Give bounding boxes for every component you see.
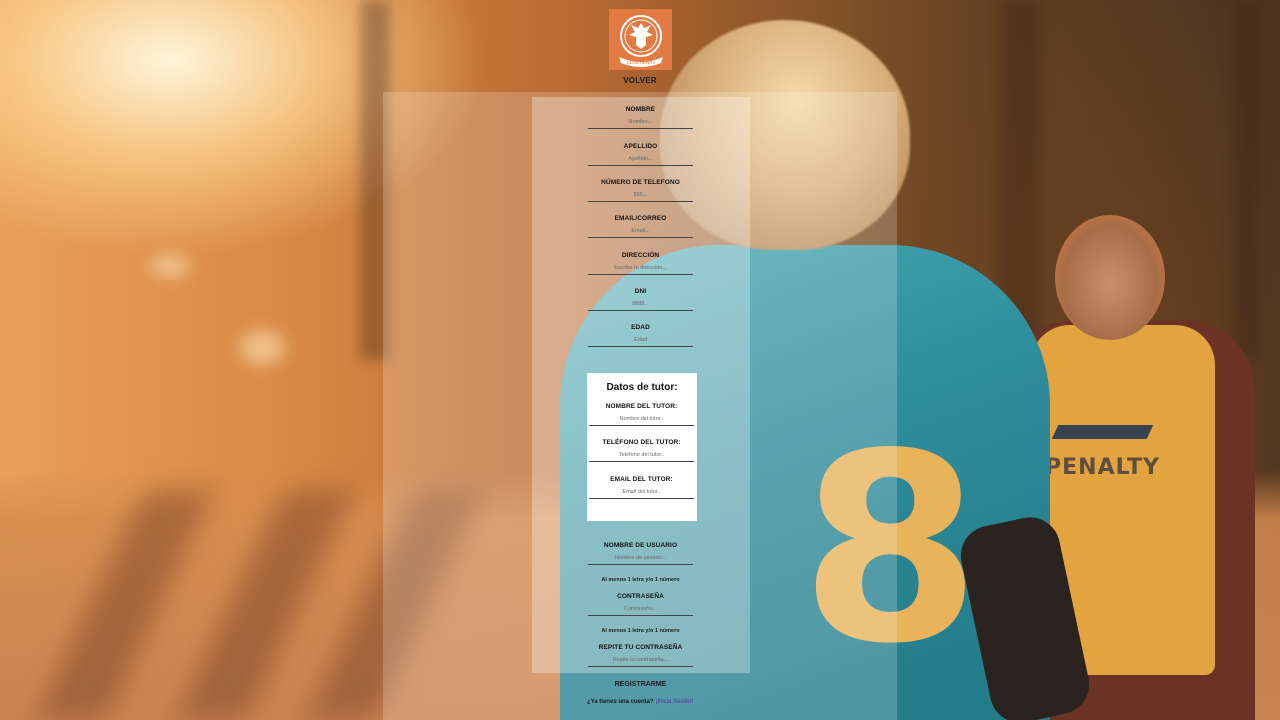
name-field: NOMBRE <box>588 106 693 129</box>
tutor-name-label: NOMBRE DEL TUTOR: <box>605 403 678 410</box>
repeat-password-label: REPITE TU CONTRASEÑA <box>598 644 683 651</box>
tutor-phone-field: TELÉFONO DEL TUTOR: <box>589 439 694 462</box>
age-field: EDAD <box>588 324 693 347</box>
tutor-email-label: EMAIL DEL TUTOR: <box>610 476 673 483</box>
login-link[interactable]: ¡Inicia Sesión! <box>655 699 693 705</box>
surname-field: APELLIDO <box>588 143 693 166</box>
tutor-section-title: Datos de tutor: <box>606 382 678 393</box>
tutor-email-input[interactable] <box>589 485 694 499</box>
age-label: EDAD <box>631 324 650 331</box>
login-prompt-text: ¿Ya tienes una cuenta? <box>586 699 654 705</box>
register-button[interactable]: REGISTRARME <box>588 677 693 691</box>
surname-label: APELLIDO <box>623 143 658 150</box>
tutor-name-field: NOMBRE DEL TUTOR: <box>589 403 694 426</box>
tutor-phone-input[interactable] <box>589 448 694 462</box>
dni-input[interactable] <box>588 297 693 311</box>
username-input[interactable] <box>588 551 693 565</box>
background-tree <box>1235 0 1259 360</box>
phone-field: NÚMERO DE TELEFONO <box>588 179 693 202</box>
dni-field: DNI <box>588 288 693 311</box>
username-label: NOMBRE DE USUARIO <box>603 542 678 549</box>
club-henry-eagle-crest-icon: CLUB HENRY <box>618 14 663 67</box>
background-light <box>240 330 285 365</box>
repeat-password-input[interactable] <box>588 653 693 667</box>
email-input[interactable] <box>588 224 693 238</box>
surname-input[interactable] <box>588 152 693 166</box>
tutor-name-input[interactable] <box>589 412 694 426</box>
login-prompt: ¿Ya tienes una cuenta? ¡Inicia Sesión! <box>560 699 720 705</box>
background-player-2-head <box>1055 215 1165 340</box>
dni-label: DNI <box>634 288 647 295</box>
address-input[interactable] <box>588 261 693 275</box>
tutor-phone-label: TELÉFONO DEL TUTOR: <box>602 439 681 446</box>
email-label: EMAIL/CORREO <box>614 215 667 222</box>
back-link[interactable]: VOLVER <box>600 76 680 85</box>
phone-input[interactable] <box>588 188 693 202</box>
username-hint: Al menos 1 letra y/o 1 número <box>601 577 680 583</box>
name-input[interactable] <box>588 115 693 129</box>
vest-brand-text: PENALTY <box>1045 455 1160 480</box>
name-label: NOMBRE <box>625 106 656 113</box>
vest-logo-stripe <box>1051 425 1154 439</box>
password-label: CONTRASEÑA <box>617 593 664 600</box>
logo-text: CLUB HENRY <box>626 60 655 65</box>
age-input[interactable] <box>588 333 693 347</box>
repeat-password-field: REPITE TU CONTRASEÑA <box>588 644 693 667</box>
password-field: CONTRASEÑA <box>588 593 693 616</box>
phone-label: NÚMERO DE TELEFONO <box>601 179 680 186</box>
username-field: NOMBRE DE USUARIO <box>588 542 693 565</box>
tutor-email-field: EMAIL DEL TUTOR: <box>589 476 694 499</box>
background-light <box>150 255 190 277</box>
password-input[interactable] <box>588 602 693 616</box>
address-field: DIRECCIÓN <box>588 252 693 275</box>
address-label: DIRECCIÓN <box>621 252 660 259</box>
password-hint: Al menos 1 letra y/o 1 número <box>601 628 680 634</box>
email-field: EMAIL/CORREO <box>588 215 693 238</box>
club-logo: CLUB HENRY <box>609 9 672 70</box>
